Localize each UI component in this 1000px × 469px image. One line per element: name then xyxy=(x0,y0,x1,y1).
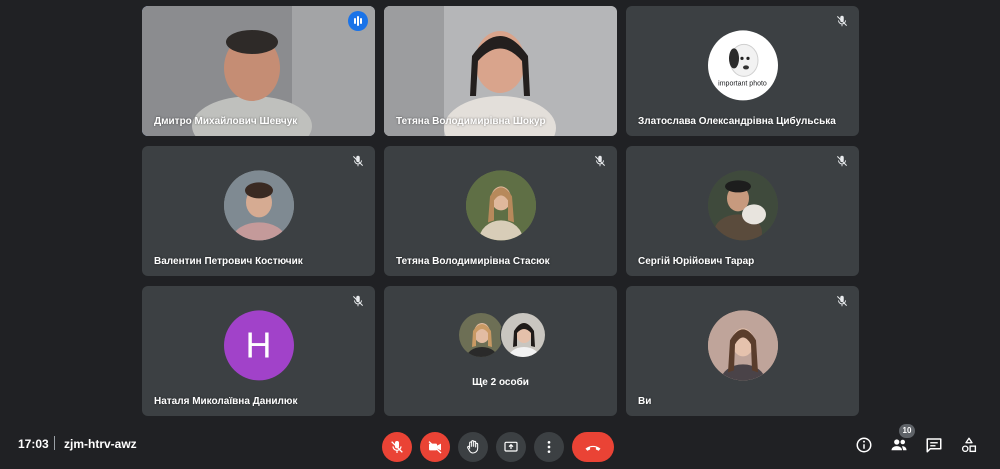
more-options-button[interactable] xyxy=(534,432,564,462)
participant-tile[interactable]: Валентин Петрович Костючик xyxy=(142,146,375,276)
mic-muted-icon xyxy=(594,155,606,167)
participant-name: Дмитро Михайлович Шевчук xyxy=(154,116,298,127)
participant-name: Сергій Юрійович Тарар xyxy=(638,256,755,267)
participant-name: Тетяна Володимирівна Стасюк xyxy=(396,256,550,267)
chat-icon xyxy=(926,438,942,453)
participant-tile[interactable]: important photo Златослава Олександрівна… xyxy=(626,6,859,136)
mic-muted-icon xyxy=(836,15,848,27)
divider xyxy=(54,436,55,450)
mic-muted-icon xyxy=(836,155,848,167)
camera-toggle-button[interactable] xyxy=(420,432,450,462)
mic-muted-icon xyxy=(352,295,364,307)
mic-off-icon xyxy=(391,441,403,453)
meeting-details-button[interactable] xyxy=(855,436,873,454)
people-icon xyxy=(891,439,907,451)
meeting-code: zjm-htrv-awz xyxy=(64,437,137,451)
participant-count-badge: 10 xyxy=(899,424,915,438)
group-avatar xyxy=(458,312,548,360)
participant-avatar xyxy=(500,312,546,358)
participant-avatar: important photo xyxy=(707,30,778,101)
raise-hand-button[interactable] xyxy=(458,432,488,462)
participant-avatar xyxy=(223,170,294,241)
microphone-toggle-button[interactable] xyxy=(382,432,412,462)
info-icon xyxy=(856,437,872,453)
participant-tile[interactable]: Дмитро Михайлович Шевчук xyxy=(142,6,375,136)
participant-avatar xyxy=(707,170,778,241)
mic-muted-icon xyxy=(836,295,848,307)
activities-button[interactable] xyxy=(960,436,978,454)
participant-avatar: Н xyxy=(223,310,294,381)
participant-name: Ви xyxy=(638,396,652,407)
more-participants-label: Ще 2 особи xyxy=(472,377,529,388)
participant-name: Наталя Миколаївна Данилюк xyxy=(154,396,298,407)
participant-name: Валентин Петрович Костючик xyxy=(154,256,303,267)
participant-tile[interactable]: Тетяна Володимирівна Стасюк xyxy=(384,146,617,276)
activities-icon xyxy=(961,437,977,453)
participant-grid: Дмитро Михайлович Шевчук Тетяна Володими… xyxy=(142,6,859,417)
participant-name: Тетяна Володимирівна Шокур xyxy=(396,116,546,127)
participant-tile[interactable]: Сергій Юрійович Тарар xyxy=(626,146,859,276)
participant-name: Златослава Олександрівна Цибульська xyxy=(638,116,836,127)
avatar-caption: important photo xyxy=(718,80,767,88)
bottom-control-bar: 17:03 zjm-htrv-awz 10 xyxy=(0,424,1000,469)
speaking-indicator-icon xyxy=(348,11,368,31)
meeting-time: 17:03 xyxy=(18,437,49,451)
mic-muted-icon xyxy=(352,155,364,167)
camera-off-icon xyxy=(428,441,442,454)
participants-button[interactable] xyxy=(890,436,908,454)
chat-button[interactable] xyxy=(925,436,943,454)
participant-avatar xyxy=(707,310,778,381)
participant-tile[interactable]: Ще 2 особи xyxy=(384,286,617,416)
leave-call-button[interactable] xyxy=(572,432,614,462)
participant-avatar xyxy=(458,312,504,358)
participant-tile[interactable]: Н Наталя Миколаївна Данилюк xyxy=(142,286,375,416)
participant-tile[interactable]: Тетяна Володимирівна Шокур xyxy=(384,6,617,136)
participant-tile[interactable]: Ви xyxy=(626,286,859,416)
more-options-icon xyxy=(547,441,551,453)
present-screen-icon xyxy=(504,441,518,452)
participant-avatar xyxy=(465,170,536,241)
hang-up-icon xyxy=(585,445,601,451)
present-screen-button[interactable] xyxy=(496,432,526,462)
raise-hand-icon xyxy=(467,440,479,454)
